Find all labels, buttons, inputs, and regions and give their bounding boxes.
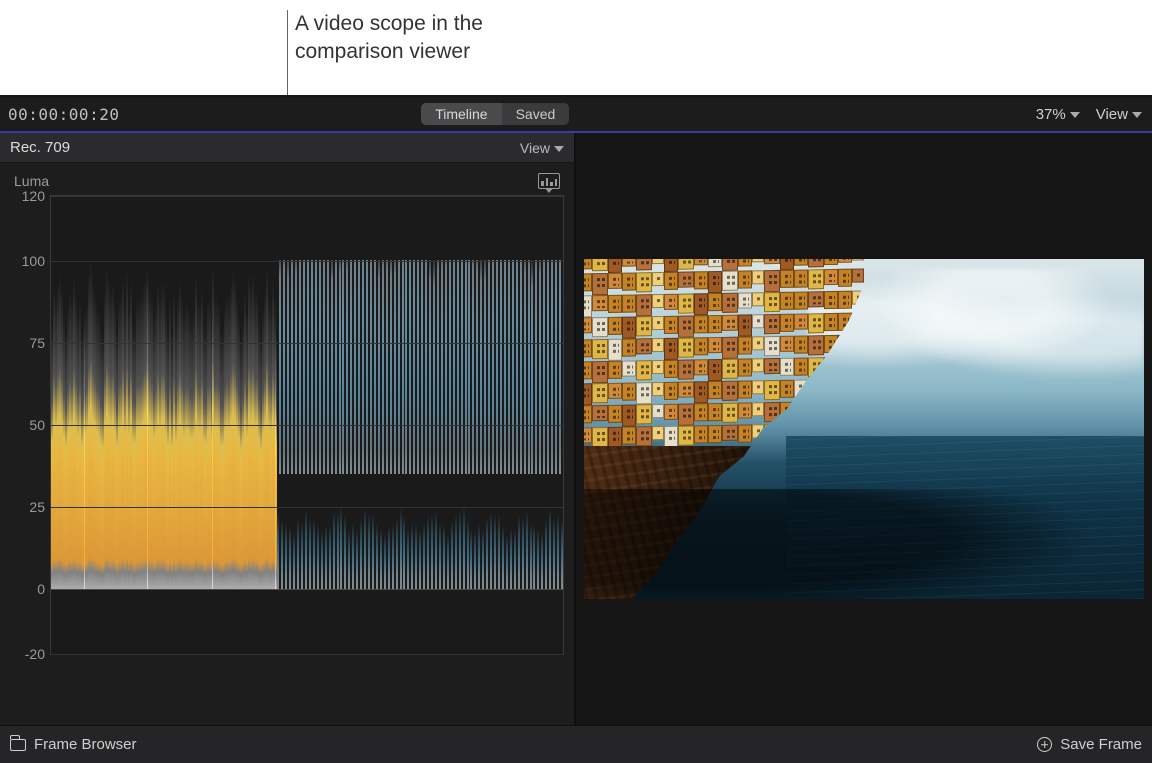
gridline — [51, 654, 563, 655]
scope-area: Luma -200255075100120 — [0, 163, 574, 725]
axis-tick-label: 0 — [37, 581, 45, 597]
zoom-value: 37% — [1036, 106, 1066, 123]
axis-tick-label: 50 — [29, 417, 45, 433]
axis-tick-label: -20 — [25, 646, 45, 662]
axis-tick-label: 25 — [29, 499, 45, 515]
gridline — [51, 261, 563, 262]
scope-view-dropdown[interactable]: View — [520, 140, 564, 156]
plus-circle-icon — [1037, 737, 1052, 752]
shoreline-rocks — [584, 489, 1144, 599]
viewer-titlebar: 00:00:00:20 Timeline Saved 37% View — [0, 97, 1152, 133]
viewer-bottom-bar: Frame Browser Save Frame — [0, 725, 1152, 763]
view-dropdown[interactable]: View — [1096, 106, 1142, 123]
gridline — [51, 507, 563, 508]
gridline — [51, 589, 563, 590]
scope-name: Luma — [14, 173, 49, 189]
gridline — [51, 196, 563, 197]
axis-tick-label: 75 — [29, 335, 45, 351]
zoom-dropdown[interactable]: 37% — [1036, 106, 1080, 123]
tab-timeline[interactable]: Timeline — [421, 103, 501, 125]
tab-saved[interactable]: Saved — [502, 103, 570, 125]
axis-tick-label: 100 — [22, 253, 45, 269]
save-frame-button[interactable]: Save Frame — [1037, 736, 1142, 753]
viewer-right-controls: 37% View — [1036, 106, 1142, 123]
gridline — [51, 425, 563, 426]
viewer-panes: Rec. 709 View Luma -20025507510012 — [0, 133, 1152, 725]
scope-settings-icon[interactable] — [538, 173, 560, 189]
chevron-down-icon — [554, 146, 564, 152]
gridline — [51, 343, 563, 344]
callout-label: A video scope in the comparison viewer — [295, 10, 595, 67]
comparison-viewer-window: 00:00:00:20 Timeline Saved 37% View Rec.… — [0, 95, 1152, 763]
scope-pane: Rec. 709 View Luma -20025507510012 — [0, 133, 576, 725]
axis-tick-label: 120 — [22, 188, 45, 204]
view-label: View — [1096, 106, 1128, 123]
frame-browser-label: Frame Browser — [34, 736, 137, 753]
timecode-display: 00:00:00:20 — [8, 105, 188, 124]
scope-view-label: View — [520, 140, 550, 156]
video-frame — [584, 259, 1144, 599]
frame-browser-button[interactable]: Frame Browser — [10, 736, 137, 753]
chevron-down-icon — [1070, 112, 1080, 118]
video-frame-pane — [576, 133, 1152, 725]
color-space-label: Rec. 709 — [10, 139, 70, 156]
save-frame-label: Save Frame — [1060, 736, 1142, 753]
scope-pane-header: Rec. 709 View — [0, 133, 574, 163]
luma-waveform-scope: -200255075100120 — [50, 195, 564, 655]
frame-browser-icon — [10, 739, 26, 751]
compare-mode-tabs: Timeline Saved — [421, 103, 569, 125]
chevron-down-icon — [1132, 112, 1142, 118]
